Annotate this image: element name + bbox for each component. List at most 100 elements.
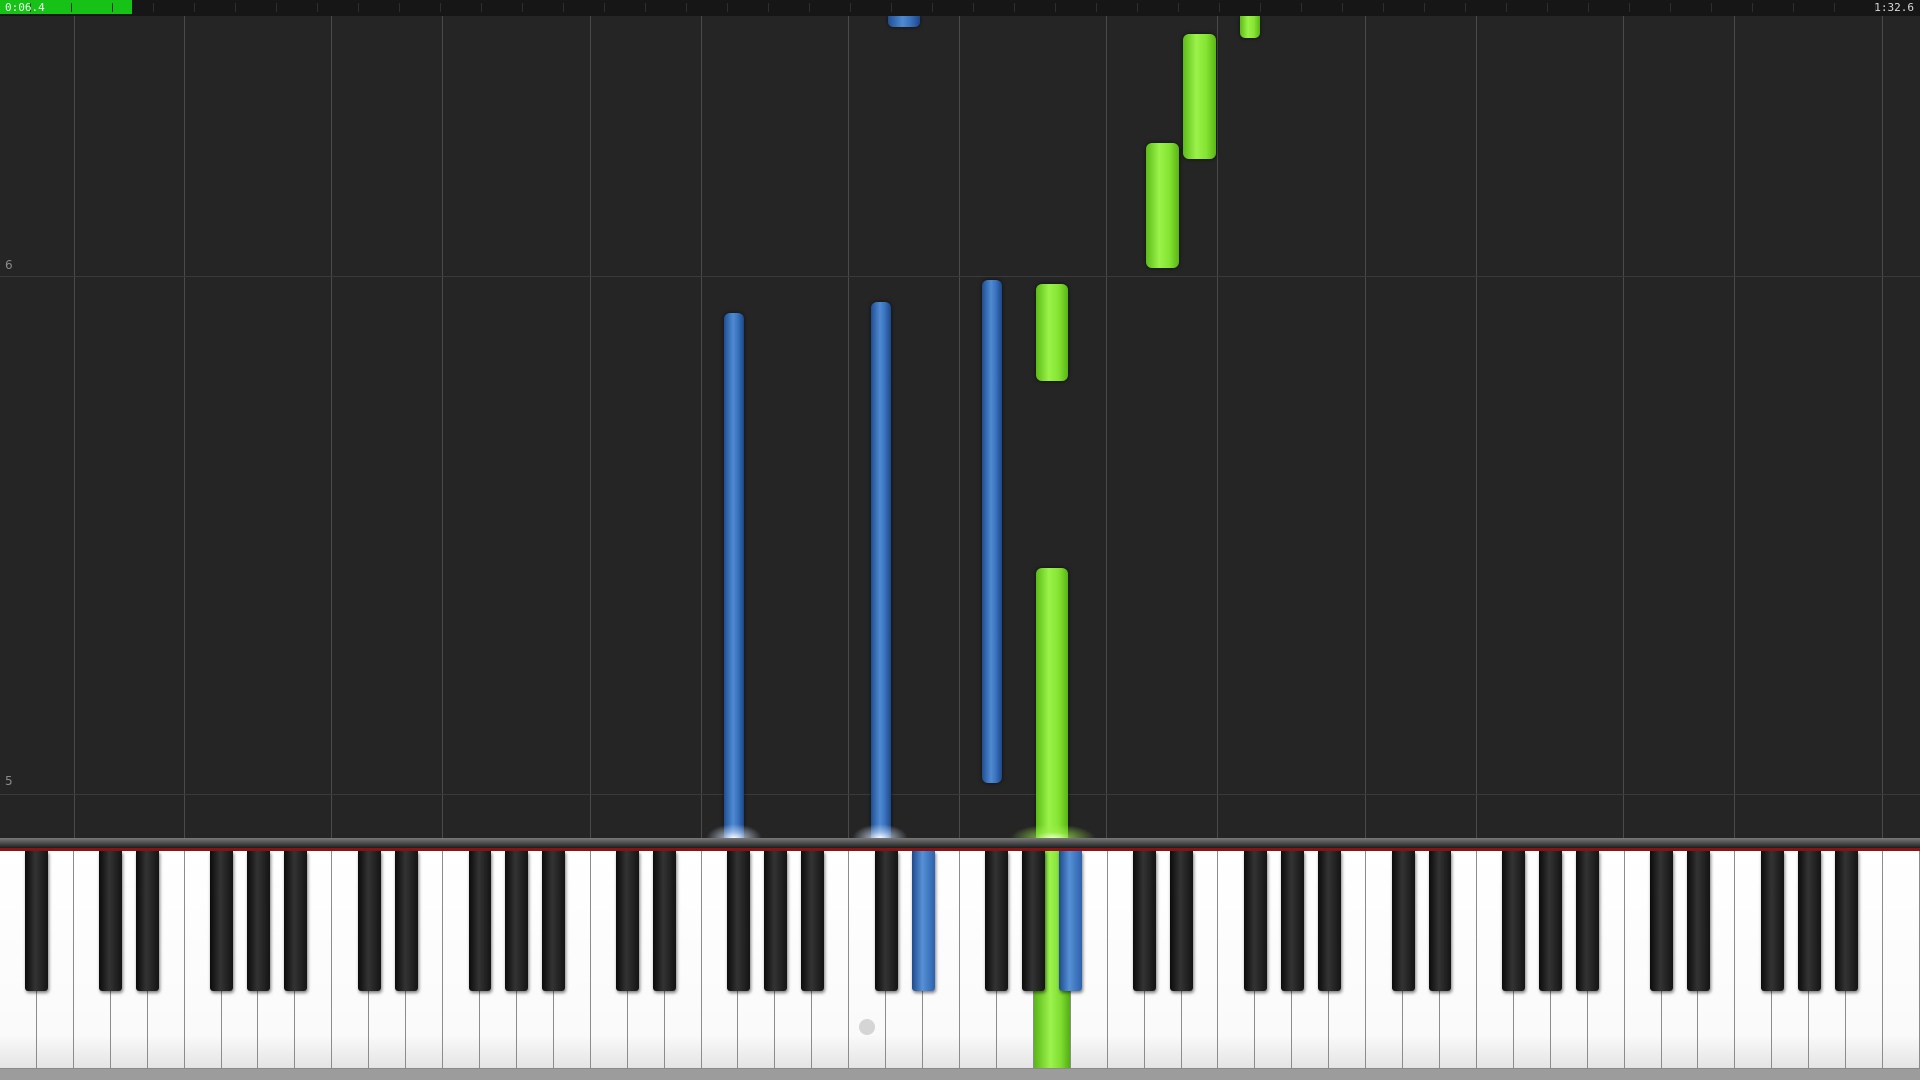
black-key[interactable] xyxy=(616,851,640,991)
guide-line xyxy=(1106,16,1107,838)
progress-tick xyxy=(1301,3,1302,12)
guide-line xyxy=(331,16,332,838)
note-hit-spark xyxy=(852,824,908,838)
progress-tick xyxy=(1014,3,1015,12)
note-left-hand xyxy=(888,16,920,27)
measure-number-lower: 5 xyxy=(5,774,13,788)
progress-tick xyxy=(1752,3,1753,12)
note-right-hand xyxy=(1240,16,1260,38)
black-key[interactable] xyxy=(468,851,492,991)
black-key[interactable] xyxy=(1170,851,1193,991)
progress-tick xyxy=(1670,3,1671,12)
note-left-hand xyxy=(982,280,1002,783)
progress-tick xyxy=(1342,3,1343,12)
black-key[interactable] xyxy=(1502,851,1526,991)
progress-tick xyxy=(1547,3,1548,12)
progress-tick xyxy=(71,3,72,12)
progress-tick xyxy=(1629,3,1630,12)
progress-tick xyxy=(1055,3,1056,12)
black-key[interactable] xyxy=(1760,851,1784,991)
progress-tick xyxy=(153,3,154,12)
keyboard-bottom-rail xyxy=(0,1068,1920,1080)
measure-number-upper: 6 xyxy=(5,258,13,272)
black-key[interactable] xyxy=(542,851,566,991)
black-key[interactable] xyxy=(874,851,898,991)
progress-tick xyxy=(1793,3,1794,12)
guide-line xyxy=(1365,16,1366,838)
black-key[interactable] xyxy=(653,851,677,991)
black-key[interactable] xyxy=(1650,851,1673,991)
guide-line xyxy=(1734,16,1735,838)
progress-tick xyxy=(1834,3,1835,12)
black-key[interactable] xyxy=(283,851,307,991)
guide-line xyxy=(590,16,591,838)
note-roll: 6 5 xyxy=(0,16,1920,838)
note-right-hand xyxy=(1036,284,1068,381)
progress-tick xyxy=(1465,3,1466,12)
progress-tick xyxy=(1506,3,1507,12)
black-key[interactable] xyxy=(136,851,160,991)
black-key[interactable] xyxy=(1539,851,1563,991)
black-key[interactable] xyxy=(1576,851,1600,991)
progress-tick xyxy=(317,3,318,12)
black-key[interactable] xyxy=(1687,851,1710,991)
black-key[interactable] xyxy=(1243,851,1267,991)
guide-line xyxy=(1217,16,1218,838)
black-key[interactable] xyxy=(985,851,1009,991)
progress-tick xyxy=(686,3,687,12)
progress-tick xyxy=(1711,3,1712,12)
black-key[interactable] xyxy=(1391,851,1415,991)
progress-tick xyxy=(1588,3,1589,12)
black-key[interactable] xyxy=(210,851,233,991)
progress-tick xyxy=(891,3,892,12)
black-key[interactable] xyxy=(247,851,270,991)
black-key[interactable] xyxy=(1280,851,1304,991)
black-key[interactable] xyxy=(1834,851,1858,991)
black-key[interactable] xyxy=(1022,851,1046,991)
black-key[interactable] xyxy=(99,851,123,991)
black-key[interactable] xyxy=(1428,851,1452,991)
guide-line xyxy=(848,16,849,838)
black-key[interactable] xyxy=(357,851,381,991)
black-key[interactable] xyxy=(911,851,935,991)
time-current: 0:06.4 xyxy=(5,1,45,14)
black-key[interactable] xyxy=(1797,851,1821,991)
white-key[interactable] xyxy=(1883,851,1920,1068)
black-key[interactable] xyxy=(763,851,787,991)
progress-tick xyxy=(727,3,728,12)
black-key[interactable] xyxy=(727,851,750,991)
progress-tick xyxy=(1260,3,1261,12)
note-right-hand xyxy=(1036,568,1068,838)
note-left-hand xyxy=(724,313,744,838)
keyboard-top-rail xyxy=(0,838,1920,848)
progress-bar[interactable]: 0:06.4 1:32.6 xyxy=(0,0,1920,17)
guide-line xyxy=(1882,16,1883,838)
black-key[interactable] xyxy=(25,851,49,991)
note-right-hand xyxy=(1183,34,1216,159)
guide-line xyxy=(74,16,75,838)
progress-tick xyxy=(440,3,441,12)
progress-tick xyxy=(112,3,113,12)
guide-line xyxy=(1623,16,1624,838)
progress-tick xyxy=(1178,3,1179,12)
black-key[interactable] xyxy=(505,851,529,991)
progress-tick xyxy=(481,3,482,12)
progress-tick xyxy=(563,3,564,12)
note-left-hand xyxy=(871,302,891,838)
note-right-hand xyxy=(1146,143,1179,268)
progress-tick xyxy=(1137,3,1138,12)
note-hit-spark xyxy=(706,824,762,838)
black-key[interactable] xyxy=(1133,851,1157,991)
progress-tick xyxy=(604,3,605,12)
guide-line xyxy=(959,16,960,838)
progress-tick xyxy=(358,3,359,12)
black-key[interactable] xyxy=(394,851,418,991)
black-key[interactable] xyxy=(800,851,824,991)
black-key[interactable] xyxy=(1059,851,1083,991)
black-key[interactable] xyxy=(1317,851,1341,991)
guide-line xyxy=(1476,16,1477,838)
piano-keyboard[interactable] xyxy=(0,838,1920,1080)
note-hit-spark xyxy=(1010,824,1096,838)
measure-line xyxy=(0,794,1920,795)
progress-tick xyxy=(932,3,933,12)
